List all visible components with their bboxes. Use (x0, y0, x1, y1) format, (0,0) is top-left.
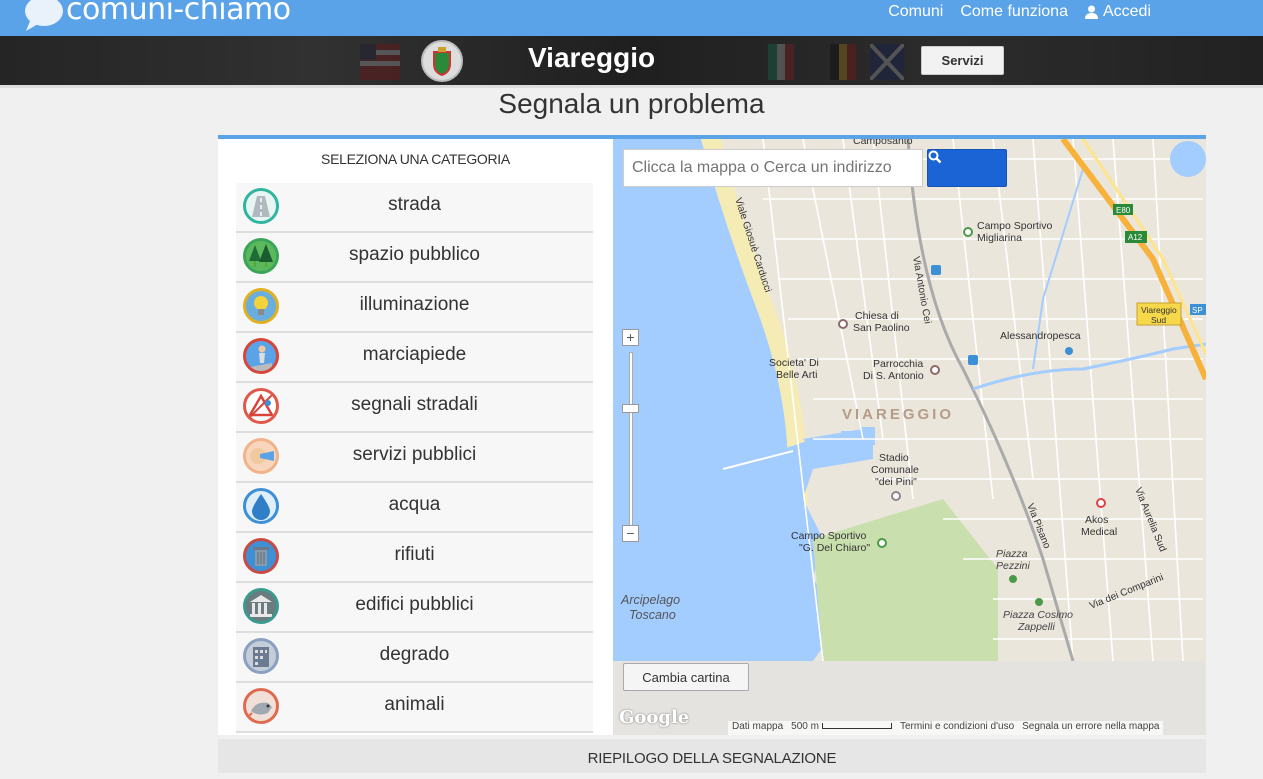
map-label: Campo Sportivo (791, 530, 866, 542)
nav-comuni[interactable]: Comuni (888, 3, 943, 21)
category-label: rifiuti (394, 544, 435, 565)
map-label: VIAREGGIO (842, 406, 954, 423)
summary-header: RIEPILOGO DELLA SEGNALAZIONE (218, 739, 1206, 773)
category-label: spazio pubblico (349, 244, 480, 265)
map-canvas[interactable]: Campo Sportivo Migliarina Chiesa di San … (613, 139, 1206, 661)
map-label: Comunale (871, 464, 919, 476)
category-label: servizi pubblici (352, 444, 477, 465)
category-item-edifici-pubblici[interactable]: edifici pubblici (236, 583, 593, 633)
map-data-link[interactable]: Dati mappa (732, 721, 783, 735)
brand-logo[interactable]: comuni-chiamo (22, 0, 291, 31)
category-label: illuminazione (359, 294, 470, 315)
category-header: SELEZIONA UNA CATEGORIA (321, 151, 510, 167)
services-button[interactable]: Servizi (921, 46, 1004, 75)
map-search-input[interactable] (623, 149, 923, 187)
map-label: Campo Sportivo (977, 220, 1052, 232)
zoom-in-button[interactable]: + (622, 329, 639, 346)
zoom-out-button[interactable]: − (622, 525, 639, 542)
map-terms-link[interactable]: Termini e condizioni d'uso (900, 721, 1014, 735)
map-view[interactable]: Campo Sportivo Migliarina Chiesa di San … (613, 139, 1206, 735)
category-label: marciapiede (362, 344, 467, 365)
map-label: Akos (1085, 514, 1108, 526)
category-item-servizi-pubblici[interactable]: servizi pubblici (236, 433, 593, 483)
category-item-marciapiede[interactable]: marciapiede (236, 333, 593, 383)
city-banner: Viareggio Servizi (0, 36, 1263, 86)
search-icon (928, 150, 942, 164)
map-label: Societa' Di (769, 357, 819, 369)
category-item-acqua[interactable]: acqua (236, 483, 593, 533)
map-label: Di S. Antonio (863, 370, 924, 382)
category-list: strada spazio pubblico illuminazione mar… (236, 183, 593, 733)
speech-bubble-icon (22, 0, 64, 31)
category-item-strada[interactable]: strada (236, 183, 593, 233)
category-item-degrado[interactable]: degrado (236, 633, 593, 683)
map-label: Arcipelago (620, 593, 680, 607)
map-label: Alessandropesca (1000, 330, 1081, 342)
map-label: Zappelli (1017, 621, 1055, 633)
map-label: Belle Arti (776, 369, 817, 381)
map-search-button[interactable] (927, 149, 1007, 187)
report-panel: SELEZIONA UNA CATEGORIA strada spazio pu… (218, 135, 1206, 735)
category-column: SELEZIONA UNA CATEGORIA strada spazio pu… (218, 139, 613, 735)
map-label: E80 (1116, 206, 1131, 215)
map-label: SP (1192, 306, 1203, 315)
map-report-error-link[interactable]: Segnala un errore nella mappa (1022, 721, 1159, 735)
category-label: edifici pubblici (355, 594, 474, 615)
google-logo: Google (619, 707, 690, 728)
user-icon (1084, 5, 1098, 19)
map-label: San Paolino (853, 322, 910, 334)
map-label: "G. Del Chiaro" (799, 542, 870, 554)
category-label: animali (384, 694, 445, 715)
map-label: Sud (1151, 315, 1166, 325)
zoom-slider-handle[interactable] (622, 404, 639, 413)
map-label: "dei Pini" (875, 476, 917, 488)
category-item-illuminazione[interactable]: illuminazione (236, 283, 593, 333)
zoom-slider[interactable] (629, 352, 633, 532)
map-scale: 500 m (791, 721, 892, 735)
page-title: Segnala un problema (498, 88, 765, 119)
top-navbar: comuni-chiamo Comuni Come funziona Acced… (0, 0, 1263, 36)
category-label: degrado (379, 644, 450, 665)
map-footer: Dati mappa 500 m Termini e condizioni d'… (728, 721, 1164, 735)
map-label: Migliarina (977, 232, 1022, 244)
map-label: Chiesa di (855, 310, 899, 322)
map-label: Medical (1081, 526, 1117, 538)
map-label: A12 (1128, 233, 1143, 242)
category-item-segnali-stradali[interactable]: segnali stradali (236, 383, 593, 433)
login-label: Accedi (1102, 3, 1151, 20)
map-label: Piazza Cosimo (1003, 609, 1073, 621)
map-label: Piazza (996, 548, 1028, 560)
change-map-button[interactable]: Cambia cartina (623, 663, 749, 691)
city-name: Viareggio (528, 42, 656, 73)
map-label: Camposanto (853, 139, 913, 147)
brand-name: comuni-chiamo (66, 0, 291, 27)
map-label: Stadio (879, 452, 909, 464)
category-label: strada (388, 194, 441, 215)
map-label: Parrocchia (873, 358, 923, 370)
category-label: segnali stradali (351, 394, 478, 415)
login-link[interactable]: Accedi (1084, 3, 1151, 21)
map-label: Toscano (629, 608, 676, 622)
category-item-animali[interactable]: animali (236, 683, 593, 733)
category-item-spazio-pubblico[interactable]: spazio pubblico (236, 233, 593, 283)
map-label: Pezzini (996, 560, 1031, 572)
category-item-rifiuti[interactable]: rifiuti (236, 533, 593, 583)
city-coat-of-arms (421, 40, 463, 82)
nav-come-funziona[interactable]: Come funziona (960, 3, 1068, 21)
map-label: Viareggio (1141, 305, 1177, 315)
top-nav: Comuni Come funziona Accedi (888, 3, 1151, 21)
category-label: acqua (388, 494, 441, 515)
